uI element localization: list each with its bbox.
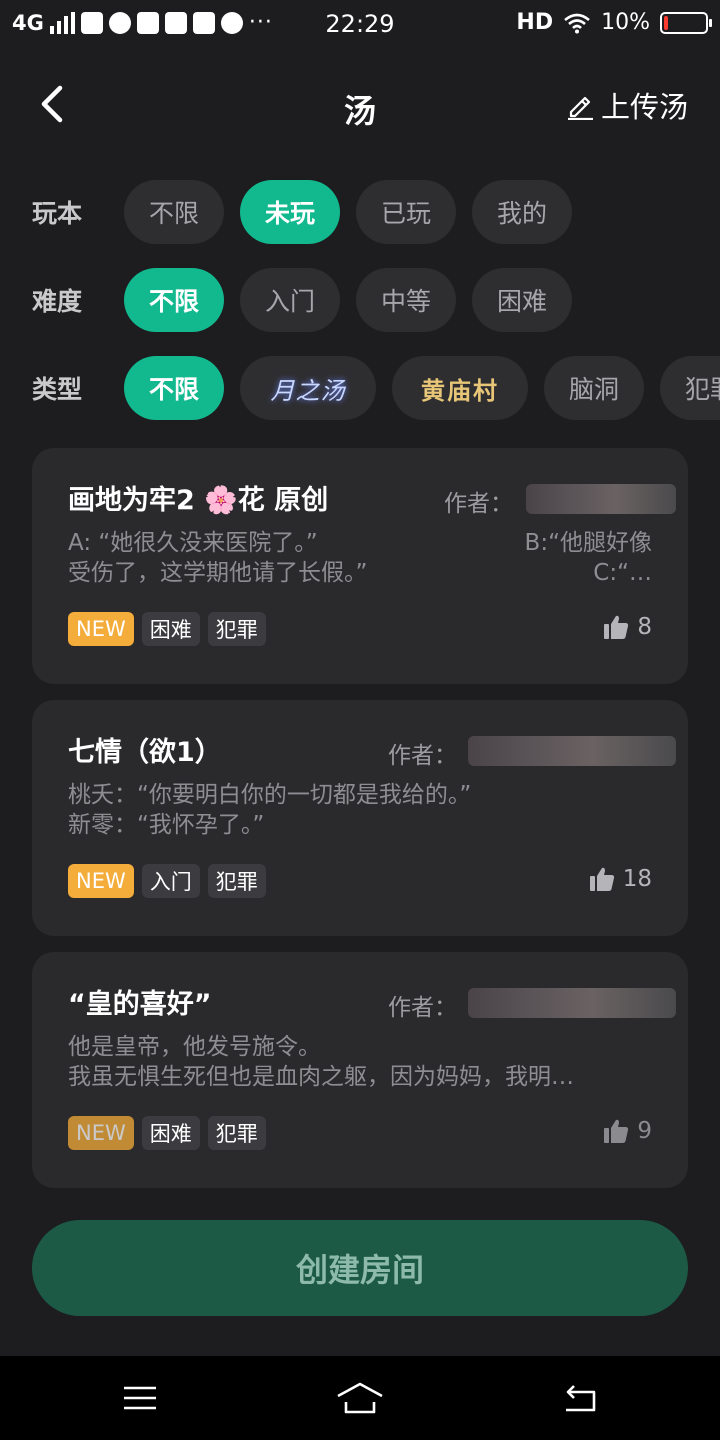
chip-play-unplayed[interactable]: 未玩 — [240, 180, 340, 244]
soup-card[interactable]: “皇的喜好” 作者： 他是皇帝，他发号施令。 我虽无惧生死但也是血肉之躯，因为妈… — [32, 952, 688, 1188]
like-count: 9 — [637, 1118, 652, 1144]
desc-line: 新零：“我怀孕了。” — [68, 812, 265, 838]
author-name-blurred — [526, 484, 676, 514]
huangmiao-logo: 黄庙村 — [421, 375, 499, 405]
more-notifications-icon: ··· — [248, 10, 273, 35]
menu-button[interactable] — [116, 1378, 164, 1418]
like-button[interactable]: 8 — [603, 614, 652, 640]
like-button[interactable]: 18 — [589, 866, 652, 892]
tag-new: NEW — [68, 612, 134, 646]
home-icon — [337, 1382, 383, 1414]
upload-label: 上传汤 — [600, 90, 688, 124]
soup-card[interactable]: 画地为牢2 🌸花 原创 作者： A: “她很久没来医院了。” B:“他腿好像 受… — [32, 448, 688, 684]
back-nav-button[interactable] — [556, 1378, 604, 1418]
home-button[interactable] — [334, 1378, 386, 1418]
hd-indicator: HD — [516, 10, 554, 35]
card-description: 他是皇帝，他发号施令。 我虽无惧生死但也是血肉之躯，因为妈妈，我明… — [68, 1032, 574, 1092]
status-bar: 4G ··· 22:29 HD 10% — [0, 0, 720, 50]
signal-icon — [49, 11, 75, 34]
pencil-icon — [567, 96, 593, 120]
desc-line: 受伤了，这学期他请了长假。” — [68, 560, 368, 586]
thumbs-up-icon — [604, 615, 629, 639]
chip-play-played[interactable]: 已玩 — [356, 180, 456, 244]
card-tags: NEW 入门 犯罪 — [68, 864, 266, 898]
desc-line: A: “她很久没来医院了。” — [68, 530, 318, 556]
filter-difficulty: 难度 不限 入门 中等 困难 — [0, 268, 720, 332]
tag-category: 犯罪 — [207, 612, 266, 646]
wifi-icon — [564, 13, 590, 33]
filter-play-chips: 不限 未玩 已玩 我的 — [124, 180, 572, 244]
like-count: 18 — [622, 866, 652, 892]
header: 汤 上传汤 — [0, 60, 720, 150]
filter-type-label: 类型 — [32, 375, 83, 404]
chip-difficulty-hard[interactable]: 困难 — [472, 268, 572, 332]
thumbs-up-icon — [604, 1119, 629, 1143]
tag-difficulty: 入门 — [141, 864, 200, 898]
chip-difficulty-medium[interactable]: 中等 — [356, 268, 456, 332]
battery-percent: 10% — [601, 10, 650, 35]
author-name-blurred — [468, 988, 676, 1018]
return-icon — [566, 1385, 596, 1412]
like-count: 8 — [637, 614, 652, 640]
filter-type: 类型 不限 月之汤 黄庙村 脑洞 犯罪 — [0, 356, 720, 420]
card-author-label: 作者： — [388, 995, 457, 1021]
calendar-icon — [80, 11, 103, 34]
chip-type-any[interactable]: 不限 — [124, 356, 224, 420]
chip-difficulty-any[interactable]: 不限 — [124, 268, 224, 332]
tag-category: 犯罪 — [207, 1116, 266, 1150]
filter-difficulty-label: 难度 — [32, 287, 83, 316]
desc-line: 桃夭：“你要明白你的一切都是我给的。” — [68, 782, 472, 808]
soup-card[interactable]: 七情（欲1） 作者： 桃夭：“你要明白你的一切都是我给的。” 新零：“我怀孕了。… — [32, 700, 688, 936]
like-button[interactable]: 9 — [603, 1118, 652, 1144]
card-title: “皇的喜好” — [68, 989, 212, 1020]
card-author-label: 作者： — [388, 743, 457, 769]
card-description: 桃夭：“你要明白你的一切都是我给的。” 新零：“我怀孕了。” — [68, 780, 471, 840]
thumbs-up-icon — [589, 867, 614, 891]
chip-type-moon-soup[interactable]: 月之汤 — [240, 356, 376, 420]
card-author-label: 作者： — [444, 491, 513, 517]
tag-new: NEW — [68, 864, 134, 898]
browser-icon — [108, 11, 131, 34]
system-nav-bar — [0, 1356, 720, 1440]
tag-difficulty: 困难 — [141, 1116, 200, 1150]
battery-icon — [660, 11, 712, 34]
network-type: 4G — [12, 10, 44, 35]
tag-category: 犯罪 — [207, 864, 266, 898]
card-description: A: “她很久没来医院了。” B:“他腿好像 受伤了，这学期他请了长假。” C:… — [68, 528, 652, 588]
screen: 4G ··· 22:29 HD 10% 汤 上传汤 玩本 不限 未玩 已玩 我的… — [0, 0, 720, 1440]
menu-icon — [124, 1386, 156, 1410]
chip-type-crime[interactable]: 犯罪 — [660, 356, 720, 420]
chip-type-brain[interactable]: 脑洞 — [544, 356, 644, 420]
card-tags: NEW 困难 犯罪 — [68, 1116, 266, 1150]
qq-icon — [136, 11, 159, 34]
tag-new: NEW — [68, 1116, 134, 1150]
desc-line: B:“他腿好像 — [524, 530, 652, 556]
desc-line: C:“… — [593, 560, 652, 586]
desc-line: 我虽无惧生死但也是血肉之躯，因为妈妈，我明… — [68, 1064, 574, 1090]
filter-type-chips: 不限 月之汤 黄庙村 脑洞 犯罪 — [124, 356, 720, 420]
filter-play: 玩本 不限 未玩 已玩 我的 — [0, 180, 720, 244]
card-title: 画地为牢2 🌸花 原创 — [68, 485, 329, 516]
card-tags: NEW 困难 犯罪 — [68, 612, 266, 646]
chip-play-any[interactable]: 不限 — [124, 180, 224, 244]
moon-soup-logo: 月之汤 — [270, 376, 346, 405]
qq-icon-2 — [164, 11, 187, 34]
chip-play-mine[interactable]: 我的 — [472, 180, 572, 244]
tag-difficulty: 困难 — [141, 612, 200, 646]
create-room-button[interactable]: 创建房间 — [32, 1220, 688, 1316]
filter-difficulty-chips: 不限 入门 中等 困难 — [124, 268, 572, 332]
upload-button[interactable]: 上传汤 — [565, 84, 688, 126]
filter-play-label: 玩本 — [32, 199, 83, 228]
chip-type-huangmiao[interactable]: 黄庙村 — [392, 356, 528, 420]
desc-line: 他是皇帝，他发号施令。 — [68, 1034, 321, 1060]
chip-difficulty-easy[interactable]: 入门 — [240, 268, 340, 332]
status-right: HD 10% — [516, 10, 712, 35]
battery-level — [664, 15, 668, 30]
camera-icon — [192, 11, 215, 34]
card-title: 七情（欲1） — [68, 737, 222, 768]
author-name-blurred — [468, 736, 676, 766]
chat-bubble-icon — [220, 11, 243, 34]
status-left: 4G ··· — [12, 10, 273, 35]
